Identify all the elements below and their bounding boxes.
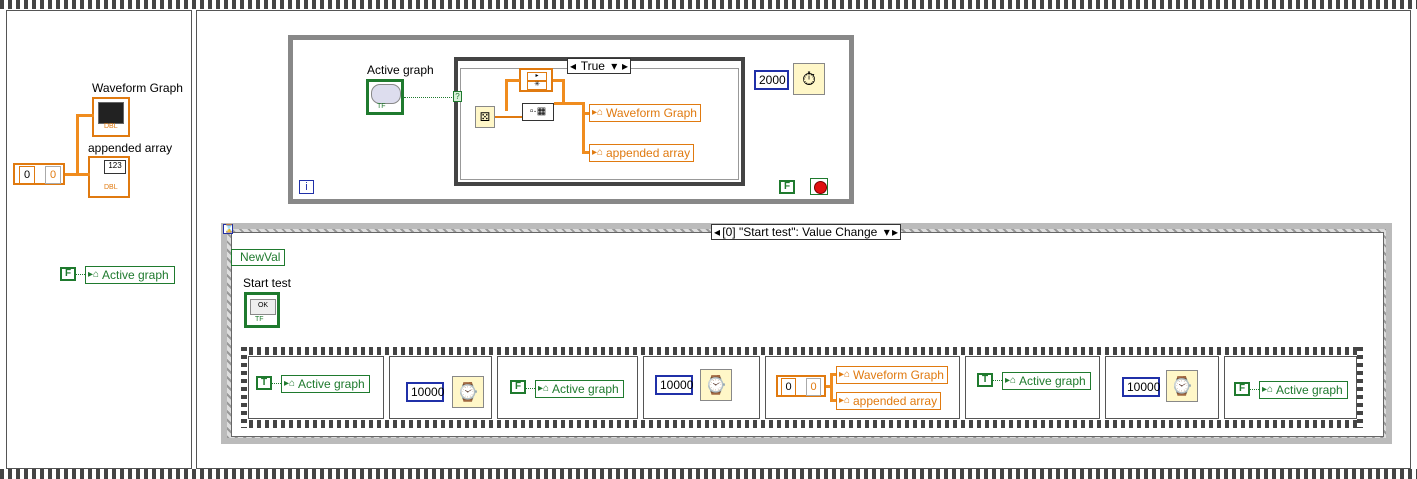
- metronome-icon[interactable]: ⏱: [793, 63, 825, 95]
- selector-terminal: ?: [453, 91, 462, 102]
- wait-timer-icon-3[interactable]: ⌚: [1166, 370, 1198, 402]
- waveform-graph-local[interactable]: Waveform Graph: [589, 104, 701, 122]
- false-constant-loop[interactable]: F: [779, 180, 795, 194]
- wait-2000-constant[interactable]: 2000: [754, 70, 789, 90]
- case-next-icon[interactable]: ▸: [622, 59, 628, 73]
- inner-sequence-right-strip: [1357, 347, 1363, 428]
- waveform-graph-local-5[interactable]: Waveform Graph: [836, 366, 948, 384]
- active-graph-local-3[interactable]: Active graph: [535, 380, 624, 398]
- wait-timer-icon-2[interactable]: ⌚: [700, 369, 732, 401]
- array-index[interactable]: 0: [19, 166, 35, 184]
- array-constant-frame5[interactable]: 0 0: [776, 375, 826, 397]
- active-graph-local-6[interactable]: Active graph: [1002, 372, 1091, 390]
- hourglass-icon: ⌛: [223, 224, 234, 234]
- case-selector[interactable]: ◂ True ▾ ▸: [567, 58, 631, 74]
- chevron-down-icon[interactable]: ▾: [884, 225, 890, 239]
- newval-node[interactable]: NewVal: [231, 249, 285, 266]
- array-element[interactable]: 0: [45, 166, 61, 184]
- event-selector[interactable]: ◂ [0] "Start test": Value Change ▾ ▸: [711, 224, 901, 240]
- inner-sequence-left-strip: [241, 347, 247, 428]
- true-constant-6[interactable]: T: [977, 373, 993, 387]
- array-element-frame5[interactable]: 0: [806, 378, 821, 396]
- active-graph-label: Active graph: [367, 63, 434, 77]
- toggle-icon: [371, 84, 401, 104]
- active-graph-terminal[interactable]: TF: [366, 79, 404, 115]
- outer-sequence-bottom-strip: [0, 469, 1417, 479]
- active-graph-local-8[interactable]: Active graph: [1259, 381, 1348, 399]
- wait-10000-constant-3[interactable]: 10000: [1122, 377, 1160, 397]
- inner-sequence-bottom-strip: [241, 420, 1363, 428]
- build-array-icon[interactable]: ▫·▦: [522, 103, 554, 121]
- active-graph-local-left[interactable]: Active graph: [85, 266, 175, 284]
- stop-icon[interactable]: [810, 178, 828, 195]
- outer-sequence-top-strip: [0, 0, 1417, 9]
- appended-array-terminal[interactable]: 123 DBL: [88, 156, 130, 198]
- case-prev-icon[interactable]: ◂: [570, 59, 576, 73]
- wait-10000-constant-2[interactable]: 10000: [655, 375, 693, 395]
- iteration-terminal: i: [299, 180, 314, 194]
- event-next-icon[interactable]: ▸: [892, 225, 898, 239]
- false-constant-3[interactable]: F: [510, 380, 526, 394]
- chevron-down-icon[interactable]: ▾: [611, 59, 617, 73]
- waveform-graph-terminal[interactable]: DBL: [92, 97, 130, 137]
- wait-10000-constant-1[interactable]: 10000: [406, 382, 444, 402]
- false-constant-8[interactable]: F: [1234, 382, 1250, 396]
- waveform-graph-label: Waveform Graph: [92, 81, 183, 95]
- false-constant-left[interactable]: F: [60, 267, 76, 281]
- array-constant-inner[interactable]: ▸ ✳: [519, 68, 553, 92]
- true-constant-1[interactable]: T: [256, 376, 272, 390]
- case-structure-inner: [460, 68, 739, 180]
- sequence-frame-left[interactable]: [6, 10, 192, 469]
- start-test-label: Start test: [243, 276, 292, 290]
- appended-array-local[interactable]: appended array: [589, 144, 694, 162]
- inner-sequence-top-strip: [241, 347, 1363, 355]
- random-number-icon[interactable]: ⚄: [475, 106, 495, 128]
- appended-array-local-5[interactable]: appended array: [836, 392, 941, 410]
- array-index-frame5[interactable]: 0: [781, 378, 796, 396]
- start-test-terminal[interactable]: OK TF: [244, 292, 280, 328]
- active-graph-local-1[interactable]: Active graph: [281, 375, 370, 393]
- graph-icon: [98, 102, 124, 124]
- appended-array-label: appended array: [88, 141, 173, 155]
- event-prev-icon[interactable]: ◂: [714, 225, 720, 239]
- array-constant[interactable]: 0 0: [13, 163, 65, 185]
- ok-button-icon: OK: [250, 299, 276, 315]
- wait-timer-icon-1[interactable]: ⌚: [452, 376, 484, 408]
